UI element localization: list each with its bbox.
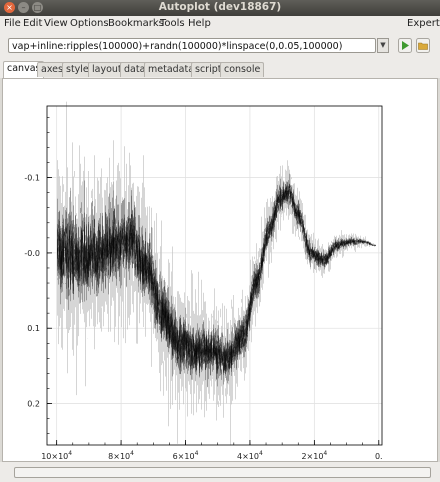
- canvas-panel: -0.1 -0.0 0.1 0.2 10×104 8×104 6×104 4×104 2×104…: [2, 78, 438, 462]
- y-tick-label: -0.1: [24, 174, 40, 183]
- x-tick-base: 0.: [375, 452, 383, 461]
- data-series: [57, 101, 376, 446]
- menu-help[interactable]: Help: [188, 18, 211, 29]
- x-tick-base: 2×10: [301, 452, 323, 461]
- data-noise-envelope: [57, 101, 376, 446]
- window-title: Autoplot (dev18867): [158, 1, 282, 13]
- y-tick-label: 0.2: [27, 400, 40, 409]
- menu-file[interactable]: File: [4, 18, 21, 29]
- url-dropdown-button[interactable]: ▼: [377, 38, 389, 53]
- y-tick-label: -0.0: [24, 249, 40, 258]
- x-tick-exponent: 4: [68, 450, 72, 457]
- x-tick-exponent: 4: [259, 450, 263, 457]
- x-tick-label: 0.: [375, 452, 383, 461]
- plot-canvas[interactable]: -0.1-0.00.10.210×104 8×104 6×104 4×104 2×104…: [3, 79, 437, 461]
- menu-bookmarks[interactable]: Bookmarks: [108, 18, 164, 29]
- x-tick-label: 8×104: [108, 450, 134, 461]
- x-tick-base: 8×10: [108, 452, 130, 461]
- menu-bar: File Edit View Options Bookmarks Tools H…: [0, 16, 440, 34]
- status-bar: [0, 462, 440, 482]
- menu-edit[interactable]: Edit: [23, 18, 42, 29]
- x-tick-label: 2×104: [301, 450, 327, 461]
- tab-bar: canvas axes style layout data metadata s…: [0, 60, 440, 78]
- x-tick-label: 4×104: [237, 450, 263, 461]
- menu-tools[interactable]: Tools: [160, 18, 185, 29]
- x-tick-base: 4×10: [237, 452, 259, 461]
- x-tick-base: 6×10: [173, 452, 195, 461]
- tab-metadata[interactable]: metadata: [144, 62, 199, 77]
- x-tick-label: 6×104: [173, 450, 199, 461]
- url-bar: vap+inline:ripples(100000)+randn(100000)…: [0, 34, 440, 60]
- x-tick-exponent: 4: [195, 450, 199, 457]
- play-arrow-icon[interactable]: [398, 38, 412, 53]
- menu-expert[interactable]: Expert: [407, 18, 440, 29]
- x-tick-exponent: 4: [130, 450, 134, 457]
- menu-view[interactable]: View: [44, 18, 68, 29]
- title-bar: × – □ Autoplot (dev18867): [0, 0, 440, 16]
- y-tick-label: 0.1: [27, 324, 40, 333]
- x-tick-label: 10×104: [41, 450, 72, 461]
- x-tick-base: 10×10: [41, 452, 68, 461]
- menu-options[interactable]: Options: [70, 18, 109, 29]
- folder-icon[interactable]: [416, 38, 430, 53]
- url-input[interactable]: vap+inline:ripples(100000)+randn(100000)…: [8, 38, 376, 53]
- tab-console[interactable]: console: [220, 62, 265, 77]
- axis-ticks: -0.1-0.00.10.210×104 8×104 6×104 4×104 2×104…: [24, 116, 383, 461]
- status-field: [14, 467, 431, 478]
- x-tick-exponent: 4: [323, 450, 327, 457]
